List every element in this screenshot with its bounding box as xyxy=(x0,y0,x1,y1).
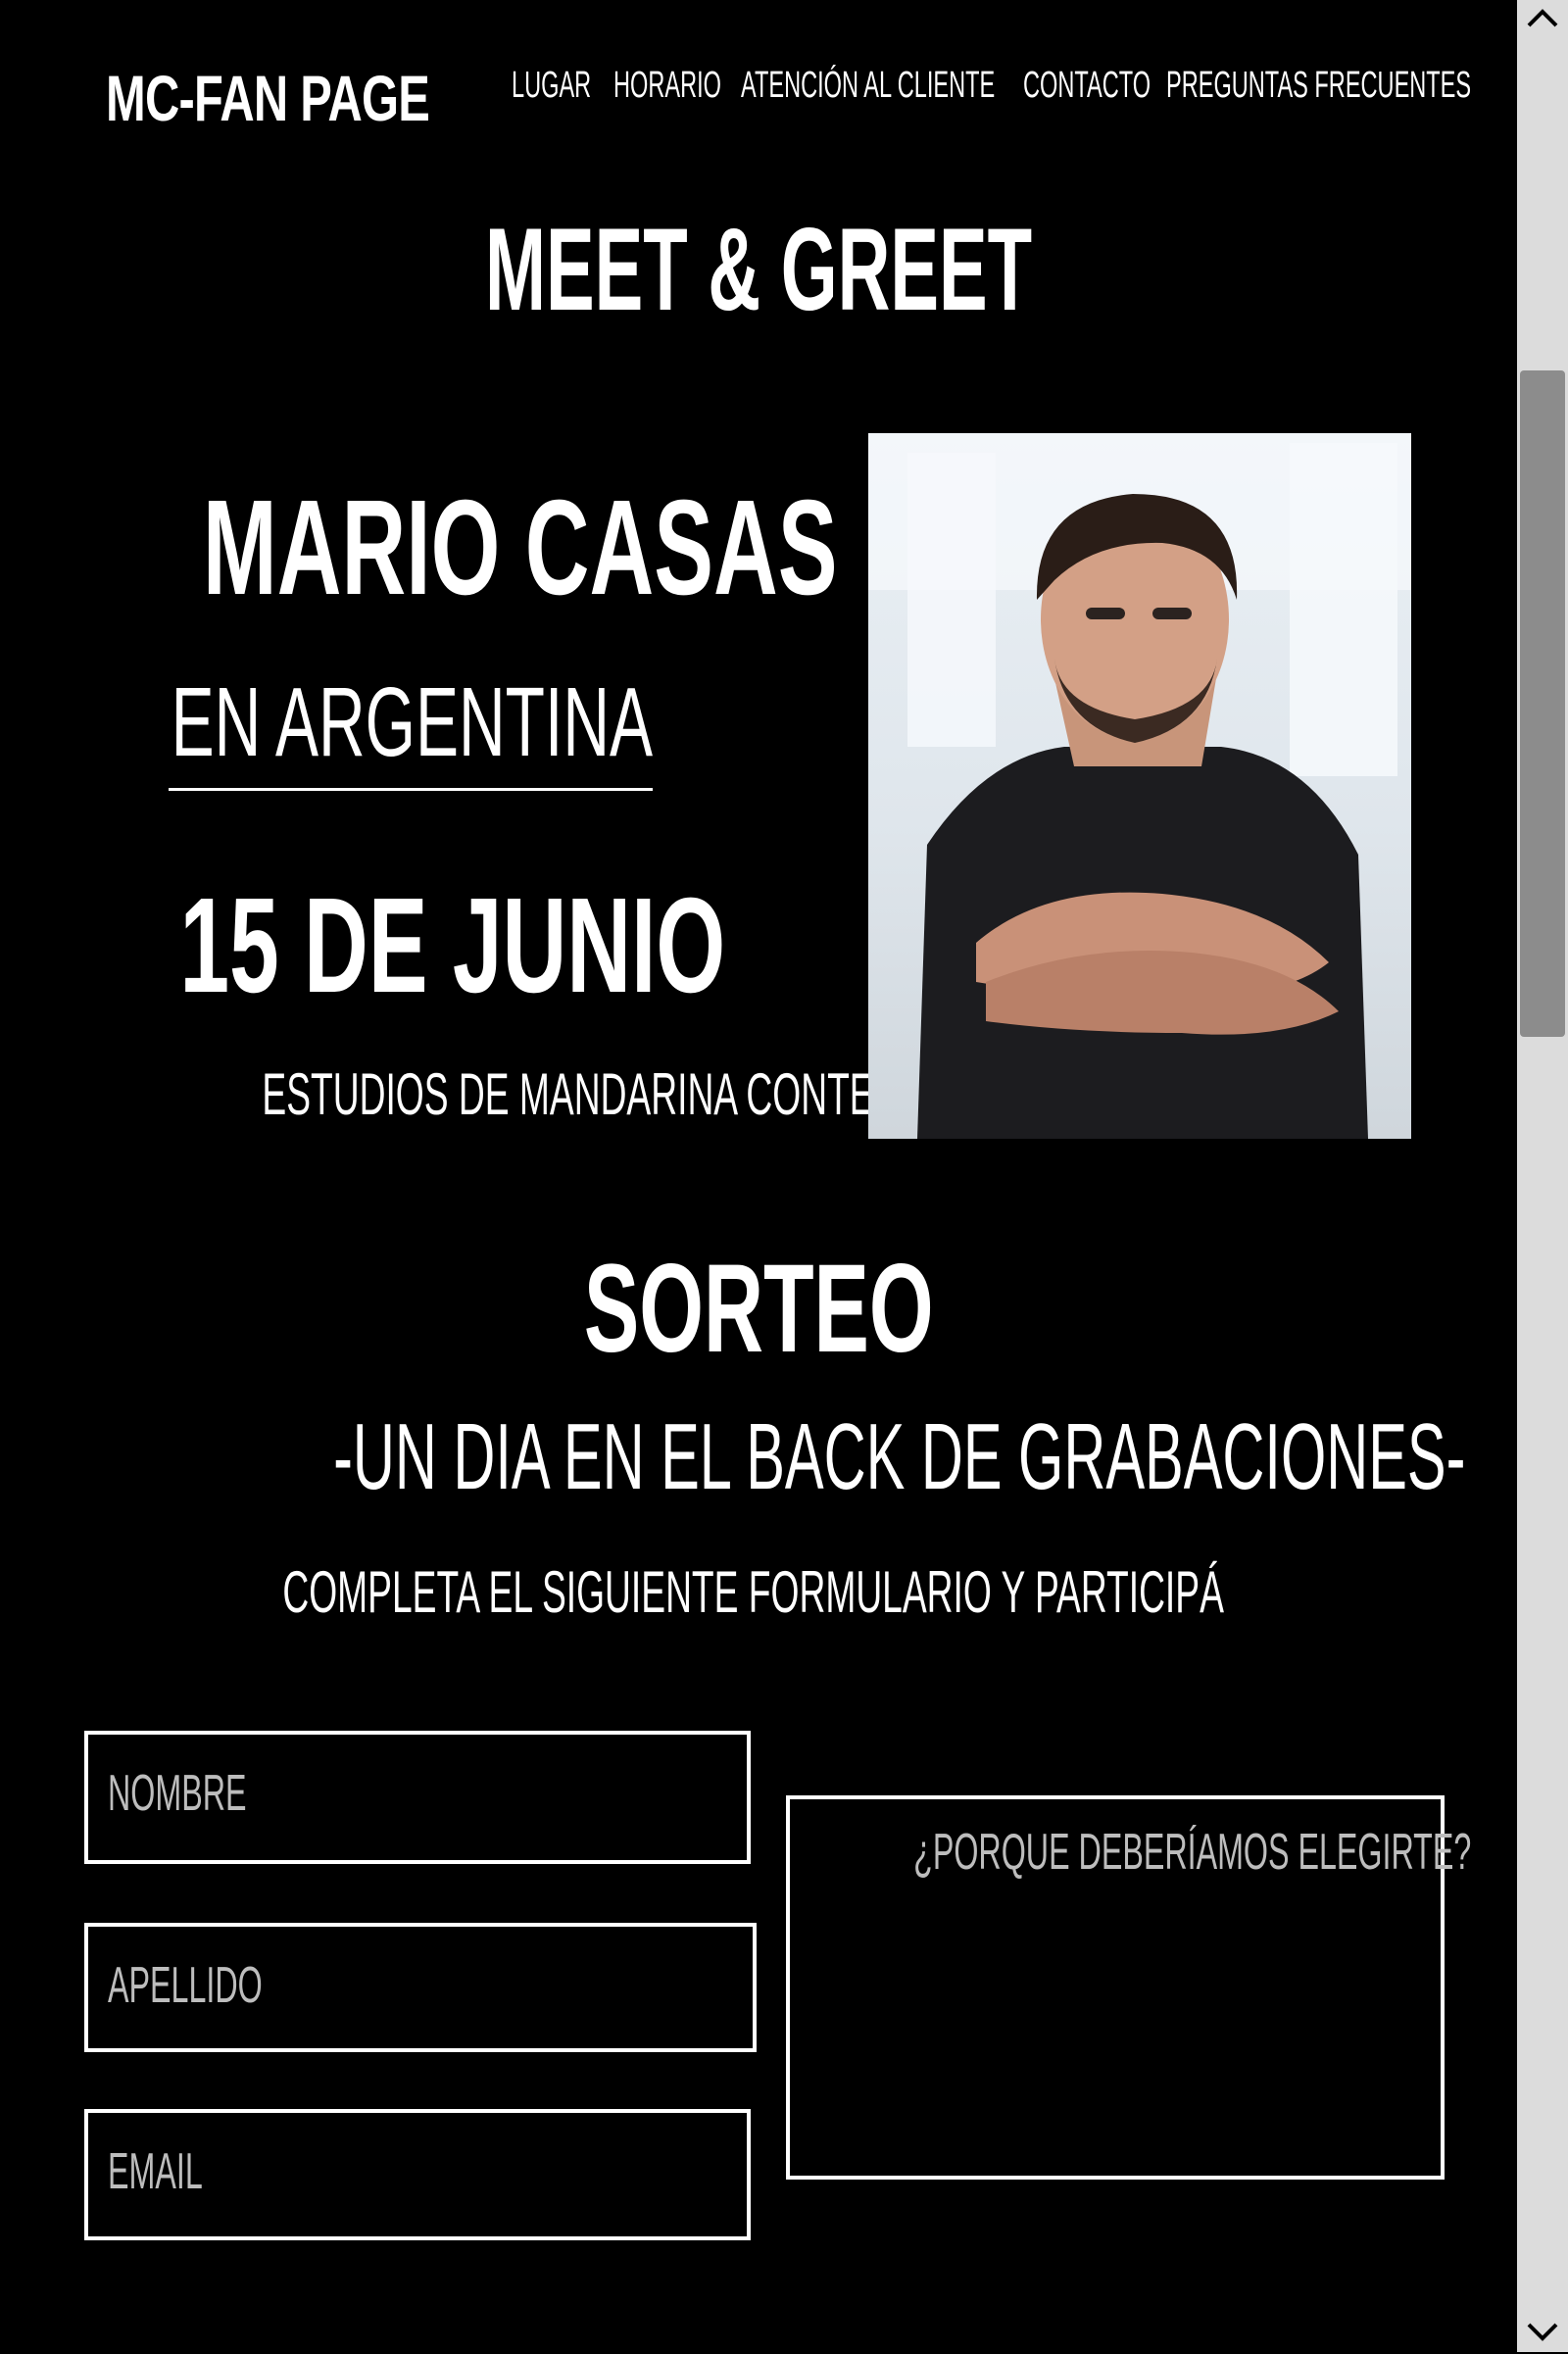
first-name-field[interactable]: NOMBRE xyxy=(84,1731,751,1864)
reason-textarea[interactable]: ¿PORQUE DEBERÍAMOS ELEGIRTE? xyxy=(786,1795,1472,2180)
last-name-field[interactable]: APELLIDO xyxy=(84,1923,757,2052)
reason-placeholder: ¿PORQUE DEBERÍAMOS ELEGIRTE? xyxy=(913,1824,1472,1881)
event-country-text: EN ARGENTINA xyxy=(171,667,653,777)
scrollbar-track[interactable] xyxy=(1517,0,1568,2352)
email-field[interactable]: EMAIL xyxy=(84,2109,751,2240)
artist-photo xyxy=(868,433,1411,1139)
chevron-up-icon[interactable] xyxy=(1517,0,1568,39)
event-country: EN ARGENTINA xyxy=(39,666,784,779)
email-placeholder: EMAIL xyxy=(108,2143,203,2200)
scrollbar-thumb[interactable] xyxy=(1520,370,1565,1037)
raffle-subtitle-text: -UN DIA EN EL BACK DE GRABACIONES- xyxy=(333,1404,1466,1509)
event-date: 15 DE JUNIO xyxy=(39,868,784,1024)
nav-link-preguntas-frecuentes[interactable]: PREGUNTAS FRECUENTES xyxy=(1166,65,1471,107)
brand-logo[interactable]: MC-FAN PAGE xyxy=(106,61,430,135)
page-title: MEET & GREET xyxy=(0,202,1517,337)
raffle-title: SORTEO xyxy=(0,1237,1517,1381)
artist-name: MARIO CASAS xyxy=(39,470,838,626)
nav-link-atencion-al-cliente[interactable]: ATENCIÓN AL CLIENTE xyxy=(741,65,995,107)
nav-link-horario[interactable]: HORARIO xyxy=(613,65,721,107)
first-name-placeholder: NOMBRE xyxy=(108,1765,247,1822)
artist-name-text: MARIO CASAS xyxy=(202,472,838,623)
page-title-text: MEET & GREET xyxy=(484,204,1033,335)
scrollbar[interactable] xyxy=(1517,0,1568,2352)
chevron-down-icon[interactable] xyxy=(1517,2311,1568,2350)
page: MC-FAN PAGE LUGAR HORARIO ATENCIÓN AL CL… xyxy=(0,0,1517,2352)
event-venue: ESTUDIOS DE MANDARINA CONTENIDOS xyxy=(39,1060,989,1128)
navbar: MC-FAN PAGE LUGAR HORARIO ATENCIÓN AL CL… xyxy=(0,0,1517,196)
raffle-instruction: COMPLETA EL SIGUIENTE FORMULARIO Y PARTI… xyxy=(0,1558,1511,1626)
portrait-illustration xyxy=(917,494,1368,1139)
nav-link-contacto[interactable]: CONTACTO xyxy=(1023,65,1151,107)
divider xyxy=(169,788,653,791)
last-name-placeholder: APELLIDO xyxy=(108,1957,263,2014)
event-date-text: 15 DE JUNIO xyxy=(179,870,726,1021)
raffle-title-text: SORTEO xyxy=(583,1239,934,1379)
nav-link-lugar[interactable]: LUGAR xyxy=(512,65,591,107)
raffle-instruction-text: COMPLETA EL SIGUIENTE FORMULARIO Y PARTI… xyxy=(282,1559,1224,1625)
raffle-subtitle: -UN DIA EN EL BACK DE GRABACIONES- xyxy=(0,1403,1503,1511)
